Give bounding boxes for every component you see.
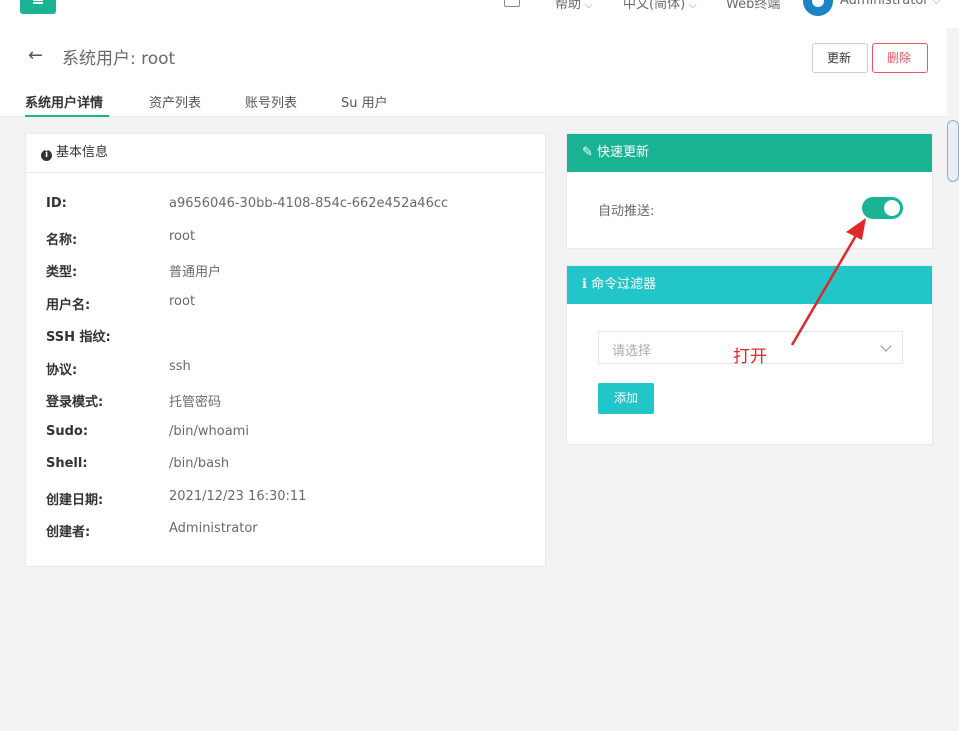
annotation-text: 打开 bbox=[733, 347, 767, 367]
annotation-arrow bbox=[790, 218, 866, 346]
